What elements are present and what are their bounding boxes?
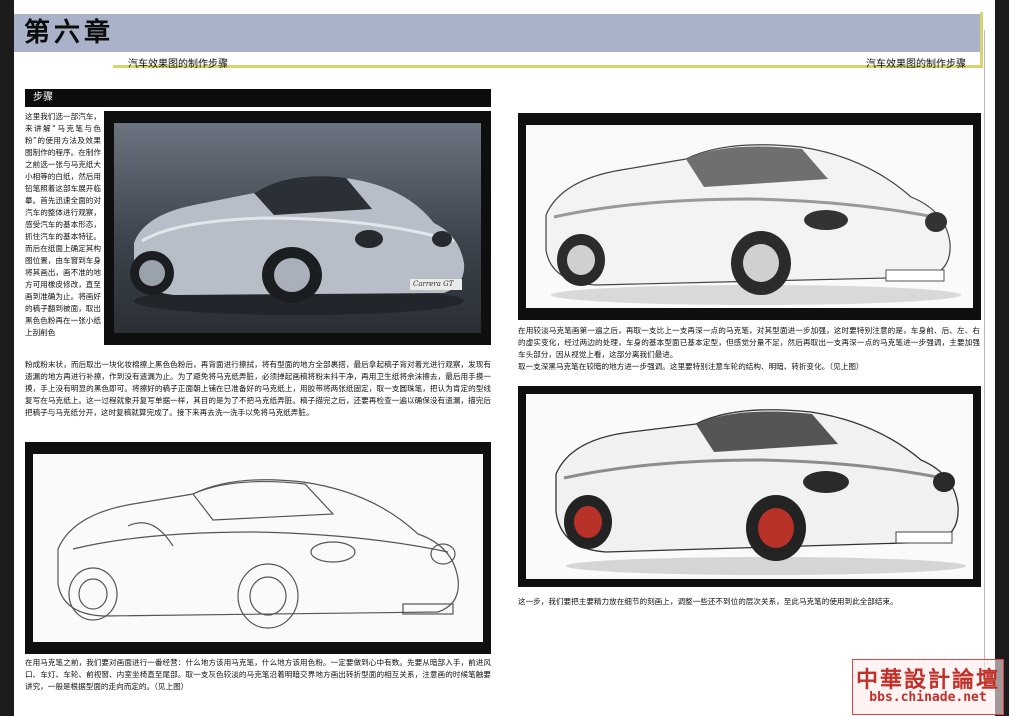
step-line-paragraph: 在用马克笔之前，我们要对画面进行一番经营：什么地方该用马克笔，什么地方该用色粉。… [25, 658, 491, 691]
car-photo-frame: Carrera GT [104, 111, 491, 345]
car-badge: Carrera GT [413, 280, 454, 288]
subtitle-left: 汽车效果图的制作步骤 [128, 59, 228, 70]
header-accent-frame [113, 12, 983, 68]
page-edge-line [984, 30, 997, 670]
left-frame-edge [0, 0, 14, 716]
forum-watermark: 中華設計論壇 bbs.chinade.net [852, 659, 1004, 715]
right-frame-edge [995, 0, 1009, 716]
line-sketch-frame [25, 442, 491, 654]
car-photo: Carrera GT [114, 123, 481, 333]
intro-paragraph-narrow: 这里我们选一部汽车，来讲解“马克笔与色粉”的使用方法及效果图制作的程序。在制作之… [25, 112, 101, 337]
chapter-title: 第六章 [24, 18, 115, 48]
final-render-frame [518, 386, 981, 587]
step-final-paragraph: 这一步，我们要把主要精力放在细节的刻画上，调整一些还不到位的层次关系，至此马克笔… [518, 597, 898, 606]
marker-sketch [526, 125, 973, 308]
line-sketch [33, 454, 483, 642]
section-title: 步骤 [25, 89, 491, 107]
final-render [526, 394, 973, 579]
marker-sketch-frame [518, 113, 981, 320]
step-shade-paragraph: 在用较淡马克笔画第一遍之后，再取一支比上一支再深一点的马克笔，对其型面进一步加强… [518, 326, 980, 371]
subtitle-right: 汽车效果图的制作步骤 [866, 59, 966, 70]
intro-paragraph-wide: 粉成粉末状，而后取出一块化妆棉擦上黑色色粉后，再背面进行擦拭，将有型面的地方全部… [25, 360, 491, 417]
watermark-url: bbs.chinade.net [869, 690, 987, 705]
